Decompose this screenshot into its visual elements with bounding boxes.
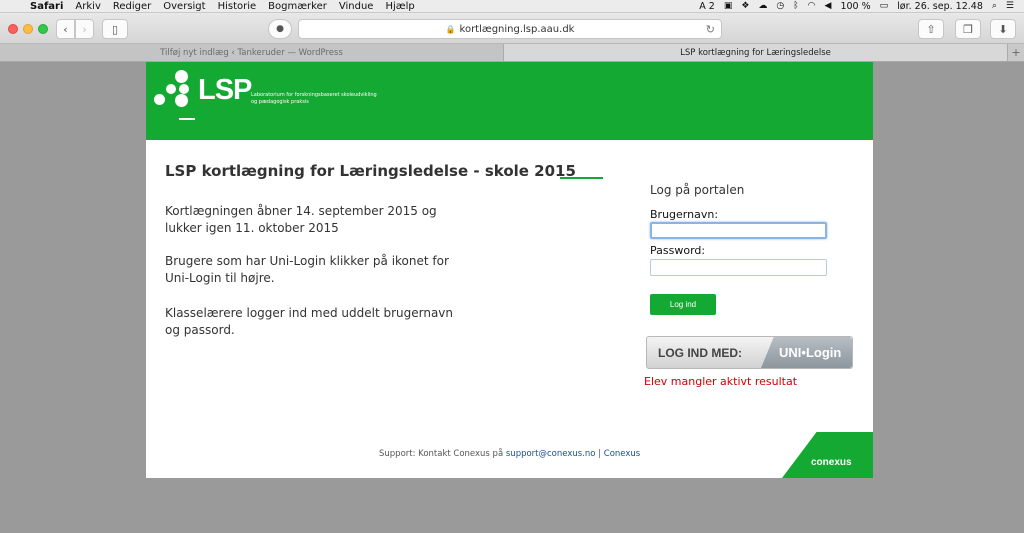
tab-bar: Tilføj nyt indlæg ‹ Tankeruder — WordPre… bbox=[0, 44, 1024, 62]
error-message: Elev mangler aktivt resultat bbox=[644, 375, 798, 388]
minimize-window-button[interactable] bbox=[23, 24, 33, 34]
info-paragraph-dates: Kortlægningen åbner 14. september 2015 o… bbox=[165, 204, 437, 235]
shield-icon: ● bbox=[276, 24, 284, 34]
tab-lsp[interactable]: LSP kortlægning for Læringsledelse bbox=[504, 44, 1008, 61]
downloads-button[interactable]: ⬇ bbox=[990, 19, 1016, 39]
spotlight-icon[interactable]: ⌕ bbox=[992, 1, 997, 11]
login-button[interactable]: Log ind bbox=[650, 294, 716, 315]
wifi-icon[interactable]: ◠ bbox=[808, 1, 816, 11]
dropbox-icon[interactable]: ❖ bbox=[741, 1, 749, 11]
header-banner: LSP Laboratorium for forskningsbaseret s… bbox=[146, 62, 873, 140]
notification-icon[interactable]: ▣ bbox=[724, 1, 733, 11]
privacy-button[interactable]: ● bbox=[268, 19, 292, 39]
close-window-button[interactable] bbox=[8, 24, 18, 34]
menu-item-rediger[interactable]: Rediger bbox=[107, 1, 157, 12]
download-icon: ⬇ bbox=[998, 22, 1008, 36]
menu-item-historie[interactable]: Historie bbox=[212, 1, 263, 12]
lock-icon: 🔒 bbox=[445, 24, 456, 34]
page-title: LSP kortlægning for Læringsledelse - sko… bbox=[165, 162, 576, 180]
username-input[interactable] bbox=[650, 222, 827, 239]
menu-item-hjaelp[interactable]: Hjælp bbox=[379, 1, 420, 12]
browser-toolbar: ‹ › ▯ ● 🔒 kortlægning.lsp.aau.dk ↻ ⇧ ❐ ⬇ bbox=[0, 13, 1024, 44]
cloud-icon[interactable]: ☁ bbox=[758, 1, 767, 11]
reload-icon[interactable]: ↻ bbox=[706, 23, 715, 36]
chevron-right-icon: › bbox=[82, 22, 87, 36]
conexus-logo-text: conexus bbox=[811, 457, 852, 468]
tab-wordpress[interactable]: Tilføj nyt indlæg ‹ Tankeruder — WordPre… bbox=[0, 44, 504, 61]
info-paragraph-teachers: Klasselærere logger ind med uddelt bruge… bbox=[165, 306, 454, 337]
login-heading: Log på portalen bbox=[650, 183, 745, 197]
address-bar[interactable]: 🔒 kortlægning.lsp.aau.dk ↻ bbox=[298, 19, 722, 39]
battery-icon[interactable]: ▭ bbox=[880, 1, 889, 11]
password-input[interactable] bbox=[650, 259, 827, 276]
show-tabs-button[interactable]: ❐ bbox=[955, 19, 981, 39]
sidebar-button[interactable]: ▯ bbox=[102, 19, 128, 39]
battery-percent[interactable]: 100 % bbox=[840, 1, 870, 12]
username-label: Brugernavn: bbox=[650, 208, 719, 221]
back-button[interactable]: ‹ bbox=[56, 19, 75, 39]
time-machine-icon[interactable]: ◷ bbox=[776, 1, 784, 11]
menu-item-bogmaerker[interactable]: Bogmærker bbox=[262, 1, 333, 12]
title-underline bbox=[560, 177, 603, 179]
menu-item-oversigt[interactable]: Oversigt bbox=[157, 1, 211, 12]
clock[interactable]: lør. 26. sep. 12.48 bbox=[897, 1, 983, 12]
input-source-indicator[interactable]: A 2 bbox=[699, 1, 715, 12]
lsp-logo-text: LSP bbox=[198, 74, 252, 106]
unilogin-left-label: LOG IND MED: bbox=[658, 346, 742, 360]
volume-icon[interactable]: ◀ bbox=[825, 1, 832, 11]
menu-item-vindue[interactable]: Vindue bbox=[333, 1, 380, 12]
web-page: LSP Laboratorium for forskningsbaseret s… bbox=[146, 62, 873, 478]
new-tab-button[interactable]: + bbox=[1008, 44, 1024, 61]
password-label: Password: bbox=[650, 244, 706, 257]
menu-item-arkiv[interactable]: Arkiv bbox=[69, 1, 106, 12]
share-icon: ⇧ bbox=[926, 22, 936, 36]
url-text: kortlægning.lsp.aau.dk bbox=[459, 23, 575, 35]
forward-button[interactable]: › bbox=[75, 19, 94, 39]
unilogin-button[interactable]: LOG IND MED: UNI•Login bbox=[646, 336, 853, 369]
status-area: A 2 ▣ ❖ ☁ ◷ ᛒ ◠ ◀ 100 % ▭ lør. 26. sep. … bbox=[699, 1, 1024, 12]
info-paragraph-unilogin: Brugere som har Uni-Login klikker på iko… bbox=[165, 254, 449, 285]
lsp-logo-subtitle: Laboratorium for forskningsbaseret skole… bbox=[251, 92, 377, 105]
conexus-link[interactable]: Conexus bbox=[604, 449, 640, 459]
support-email-link[interactable]: support@conexus.no bbox=[506, 449, 596, 459]
lsp-logo-icon bbox=[154, 70, 195, 120]
zoom-window-button[interactable] bbox=[38, 24, 48, 34]
sidebar-icon: ▯ bbox=[111, 22, 119, 36]
support-footer: Support: Kontakt Conexus på support@cone… bbox=[379, 449, 640, 459]
footer-separator: | bbox=[598, 449, 602, 459]
support-prefix: Support: Kontakt Conexus på bbox=[379, 449, 504, 459]
menu-app[interactable]: Safari bbox=[24, 1, 69, 12]
menu-bar: Safari Arkiv Rediger Oversigt Historie B… bbox=[0, 0, 1024, 13]
plus-icon: + bbox=[1011, 46, 1021, 59]
unilogin-logo-text: UNI•Login bbox=[779, 345, 842, 360]
notification-center-icon[interactable]: ☰ bbox=[1006, 1, 1014, 11]
tabs-icon: ❐ bbox=[963, 22, 973, 36]
share-button[interactable]: ⇧ bbox=[918, 19, 944, 39]
bluetooth-icon[interactable]: ᛒ bbox=[793, 1, 798, 11]
chevron-left-icon: ‹ bbox=[63, 22, 68, 36]
conexus-logo-shape bbox=[782, 432, 873, 478]
